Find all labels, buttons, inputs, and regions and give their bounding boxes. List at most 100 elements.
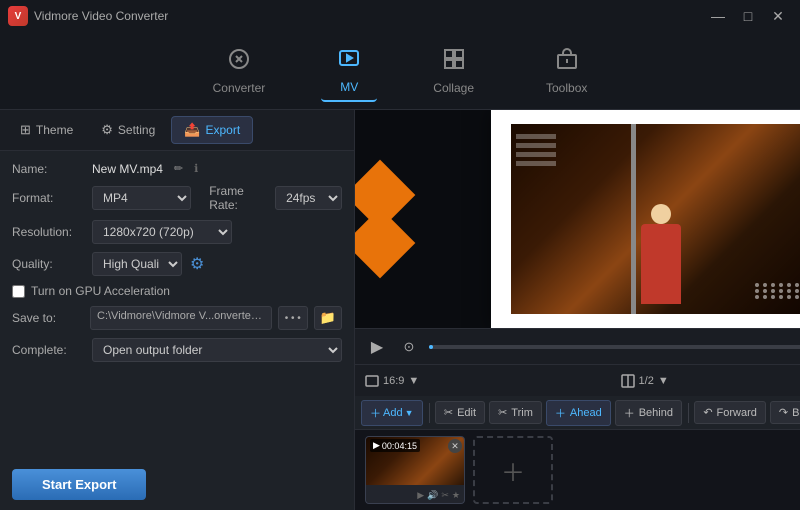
export-label: Export (205, 123, 240, 137)
backward-icon: ↷ (779, 406, 788, 419)
gpu-label[interactable]: Turn on GPU Acceleration (31, 284, 170, 298)
ahead-button[interactable]: ＋ Ahead (546, 400, 611, 426)
forward-button[interactable]: ↶ Forward (694, 401, 766, 424)
secondary-controls: 16:9 ▼ 1/2 ▼ Start Export (355, 364, 800, 396)
maximize-button[interactable]: □ (734, 6, 762, 26)
name-label: Name: (12, 162, 84, 176)
backward-button[interactable]: ↷ Backward (770, 401, 800, 424)
quality-select[interactable]: High Quality Medium Quality Low Quality (92, 252, 182, 276)
frame-rate-select[interactable]: 24fps 30fps 60fps (275, 186, 342, 210)
screen-group: 1/2 ▼ (621, 374, 669, 388)
trim-icon: ✂ (498, 406, 507, 419)
add-dropdown-icon: ▼ (405, 408, 414, 418)
save-row: Save to: C:\Vidmore\Vidmore V...onverter… (12, 306, 342, 330)
resolution-row: Resolution: 1280x720 (720p) 1920x1080 (1… (12, 220, 342, 244)
screen-dropdown[interactable]: ▼ (658, 375, 669, 387)
edit-icon: ✂ (444, 406, 453, 419)
theme-label: Theme (36, 123, 73, 137)
clip-play-ctrl-icon: ▶ (417, 490, 424, 501)
add-clip-button[interactable]: ＋ (473, 436, 553, 504)
collage-icon (442, 47, 466, 77)
resolution-select[interactable]: 1280x720 (720p) 1920x1080 (1080p) 640x48… (92, 220, 232, 244)
add-icon: ＋ (370, 405, 381, 421)
complete-row: Complete: Open output folder Do nothing (12, 338, 342, 362)
edit-button[interactable]: ✂ Edit (435, 401, 485, 424)
trim-label: Trim (511, 407, 533, 419)
toolbox-label: Toolbox (546, 81, 587, 95)
resolution-label: Resolution: (12, 225, 84, 239)
tab-collage[interactable]: Collage (417, 41, 490, 101)
left-panel: ⊞ Theme ⚙ Setting 📤 Export Name: New MV.… (0, 110, 355, 510)
dots-pattern (755, 283, 800, 299)
complete-select[interactable]: Open output folder Do nothing (92, 338, 342, 362)
start-export-button[interactable]: Start Export (12, 469, 146, 500)
collage-label: Collage (433, 81, 474, 95)
clip-play-icon: ▶ (373, 440, 380, 451)
screen-icon (621, 374, 635, 388)
behind-label: Behind (639, 407, 673, 419)
browse-path-button[interactable]: • • • (278, 306, 308, 330)
toolbox-icon (555, 47, 579, 77)
forward-label: Forward (717, 407, 757, 419)
quality-row: Quality: High Quality Medium Quality Low… (12, 252, 342, 276)
aspect-ratio-group: 16:9 ▼ (365, 374, 419, 388)
app-title: Vidmore Video Converter (34, 9, 168, 23)
format-select[interactable]: MP4 MKV AVI (92, 186, 191, 210)
subtab-theme[interactable]: ⊞ Theme (8, 117, 85, 143)
gpu-checkbox[interactable] (12, 285, 25, 298)
minimize-button[interactable]: — (704, 6, 732, 26)
tab-mv[interactable]: MV (321, 40, 377, 102)
ahead-icon: ＋ (555, 405, 566, 421)
format-label: Format: (12, 191, 84, 205)
behind-icon: ＋ (624, 405, 635, 421)
video-frame: ✕ (491, 110, 800, 328)
theme-grid-icon: ⊞ (20, 122, 31, 138)
name-value: New MV.mp4 (92, 162, 163, 176)
clip-close-button[interactable]: ✕ (448, 439, 462, 453)
close-button[interactable]: ✕ (764, 6, 792, 26)
setting-label: Setting (118, 123, 155, 137)
name-edit-button[interactable]: ✏ (171, 161, 186, 176)
timeline-toolbar: ＋ Add ▼ ✂ Edit ✂ Trim ＋ Ahead ＋ Behind (355, 396, 800, 430)
clip-controls: ▶ 🔊 ✂ ★ (417, 490, 460, 501)
converter-label: Converter (213, 81, 266, 95)
backward-label: Backward (792, 407, 800, 419)
subtab-export[interactable]: 📤 Export (171, 116, 253, 144)
video-inner (511, 124, 800, 314)
clip-item[interactable]: ▶ 00:04:15 ✕ ▶ 🔊 ✂ ★ (365, 436, 465, 504)
mv-icon (337, 46, 361, 76)
quality-settings-button[interactable]: ⚙ (190, 254, 204, 274)
trim-button[interactable]: ✂ Trim (489, 401, 542, 424)
progress-bar[interactable] (429, 345, 800, 349)
play-button[interactable]: ▶ (365, 335, 389, 359)
app-icon: V (8, 6, 28, 26)
sub-tabs: ⊞ Theme ⚙ Setting 📤 Export (0, 110, 354, 151)
forward-icon: ↶ (703, 406, 712, 419)
titlebar: V Vidmore Video Converter — □ ✕ (0, 0, 800, 32)
save-path-display: C:\Vidmore\Vidmore V...onverter\MV Expor… (90, 306, 272, 330)
timeline-clips: ▶ 00:04:15 ✕ ▶ 🔊 ✂ ★ ＋ (355, 430, 800, 510)
setting-gear-icon: ⚙ (101, 122, 113, 138)
aspect-ratio-dropdown[interactable]: ▼ (408, 375, 419, 387)
tab-converter[interactable]: Converter (197, 41, 282, 101)
open-folder-button[interactable]: 📁 (314, 306, 342, 330)
name-info-button[interactable]: ℹ (194, 162, 198, 175)
behind-button[interactable]: ＋ Behind (615, 400, 682, 426)
frame-rate-label: Frame Rate: (209, 184, 267, 212)
right-panel: ✕ (355, 110, 800, 510)
add-button[interactable]: ＋ Add ▼ (361, 400, 423, 426)
converter-icon (227, 47, 251, 77)
ahead-label: Ahead (570, 407, 602, 419)
frame-rate-section: Frame Rate: 24fps 30fps 60fps (209, 184, 342, 212)
subtab-setting[interactable]: ⚙ Setting (89, 117, 167, 143)
stop-button[interactable]: ⊙ (397, 335, 421, 359)
aspect-ratio-value: 16:9 (383, 375, 404, 387)
quality-label: Quality: (12, 257, 84, 271)
main-layout: ⊞ Theme ⚙ Setting 📤 Export Name: New MV.… (0, 110, 800, 510)
tab-toolbox[interactable]: Toolbox (530, 41, 603, 101)
playback-controls: ▶ ⊙ 00:00:02.21/00:04:15.12 🔊 (355, 328, 800, 364)
mv-label: MV (340, 80, 358, 94)
preview-area: ✕ (355, 110, 800, 328)
clip-vol-icon: 🔊 (427, 490, 438, 501)
export-icon: 📤 (184, 122, 200, 138)
